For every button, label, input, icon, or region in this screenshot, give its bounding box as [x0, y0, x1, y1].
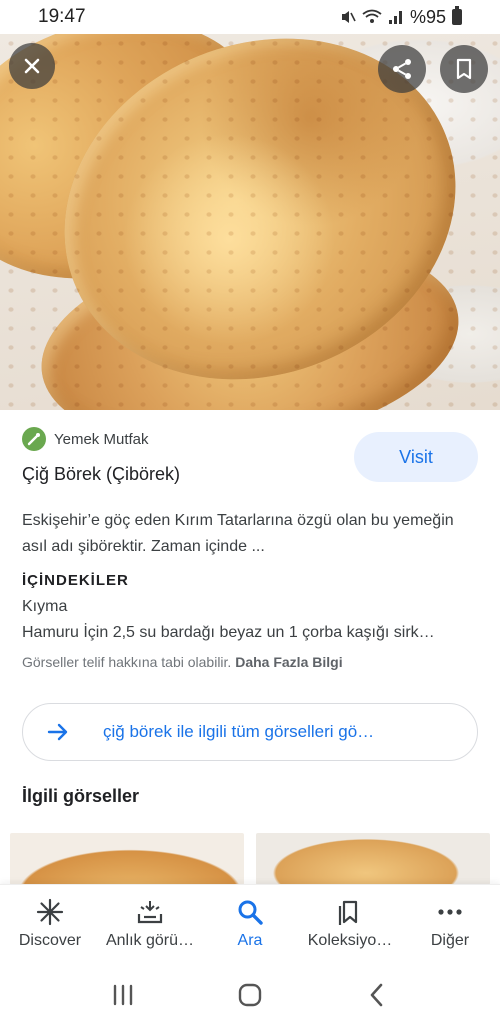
related-images-heading: İlgili görseller [22, 786, 140, 806]
result-title[interactable]: Çiğ Börek (Çibörek) [22, 464, 180, 485]
copyright-notice: Görseller telif hakkına tabi olabilir. D… [22, 654, 343, 670]
collections-icon [338, 900, 358, 925]
status-bar: 19:47 %95 [0, 0, 500, 34]
nav-collections-label: Koleksiyo… [307, 931, 393, 949]
share-icon [393, 59, 411, 79]
recent-apps-icon[interactable] [109, 981, 137, 1009]
close-icon [24, 58, 40, 74]
source-site[interactable]: Yemek Mutfak [22, 427, 149, 451]
battery-percent: %95 [409, 6, 446, 27]
battery-icon [452, 6, 462, 25]
copyright-text: Görseller telif hakkına tabi olabilir. [22, 654, 232, 670]
nav-snapshot[interactable]: Anlık görü… [100, 885, 200, 962]
hero-image[interactable] [0, 34, 500, 410]
status-icons: %95 [340, 6, 462, 28]
search-icon [238, 900, 263, 925]
related-image-thumbnail[interactable] [256, 833, 490, 885]
ingredient-item: Kıyma [22, 598, 68, 615]
more-dots-icon [438, 908, 462, 915]
bookmark-icon [456, 58, 472, 80]
asterisk-icon [36, 898, 64, 925]
system-navigation-bar [0, 962, 500, 1027]
ingredients-heading: İÇİNDEKİLER [22, 572, 129, 589]
pastry-texture [0, 34, 500, 410]
home-icon[interactable] [236, 981, 264, 1009]
close-button[interactable] [9, 43, 55, 89]
source-name: Yemek Mutfak [54, 430, 149, 448]
mute-icon [341, 11, 356, 23]
signal-icon [388, 11, 402, 24]
site-favicon-icon [22, 427, 46, 451]
related-image-thumbnail[interactable] [10, 833, 244, 885]
nav-discover-label: Discover [18, 931, 82, 949]
back-icon[interactable] [363, 981, 391, 1009]
nav-collections[interactable]: Koleksiyo… [300, 885, 400, 962]
nav-search-label: Ara [237, 931, 263, 949]
snapshot-icon [137, 900, 163, 923]
nav-more[interactable]: Diğer [400, 885, 500, 962]
result-description: Eskişehir’e göç eden Kırım Tatarlarına ö… [22, 512, 454, 555]
share-button[interactable] [378, 45, 426, 93]
all-images-button[interactable]: çiğ börek ile ilgili tüm görselleri gö… [22, 703, 478, 761]
nav-discover[interactable]: Discover [0, 885, 100, 962]
visit-button[interactable]: Visit [354, 432, 478, 482]
nav-search[interactable]: Ara [200, 885, 300, 962]
nav-snapshot-label: Anlık görü… [105, 931, 195, 949]
ingredient-item: Hamuru İçin 2,5 su bardağı beyaz un 1 ço… [22, 624, 435, 641]
save-button[interactable] [440, 45, 488, 93]
status-time: 19:47 [38, 6, 86, 27]
nav-more-label: Diğer [430, 931, 470, 949]
more-info-link[interactable]: Daha Fazla Bilgi [235, 654, 342, 670]
wifi-icon [362, 9, 382, 23]
arrow-right-icon [23, 723, 93, 741]
bottom-navigation: Discover Anlık görü… Ara Koleksiyo… Diğe… [0, 884, 500, 962]
all-images-label: çiğ börek ile ilgili tüm görselleri gö… [103, 722, 375, 741]
